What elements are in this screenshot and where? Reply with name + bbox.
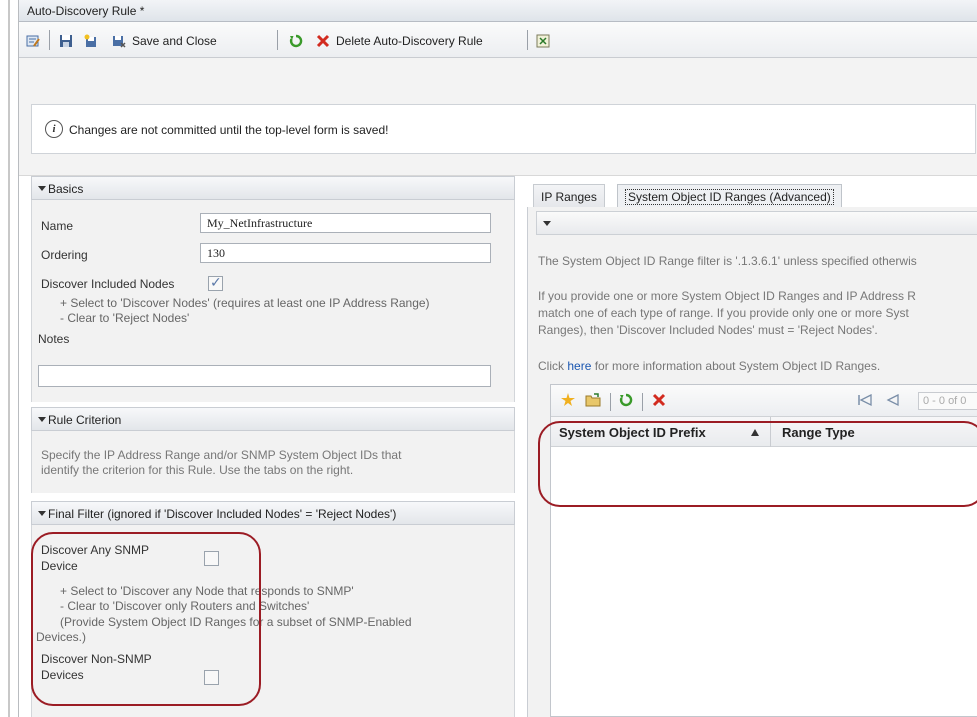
toolbar-separator: [49, 30, 50, 50]
notice-box: i Changes are not committed until the to…: [31, 104, 976, 154]
rule-criterion-header[interactable]: Rule Criterion: [31, 407, 515, 431]
toolbar-separator: [277, 30, 278, 50]
sysobjid-info-line: Click here for more information about Sy…: [538, 358, 880, 375]
annotation-highlight-grid-columns: [538, 421, 977, 507]
grid-toolbar-separator: [610, 393, 611, 411]
tab-ip-ranges[interactable]: IP Ranges: [533, 184, 605, 208]
rule-criterion-panel: Specify the IP Address Range and/or SNMP…: [31, 431, 515, 493]
save-close-icon: [113, 36, 126, 48]
discover-hint-line1: + Select to 'Discover Nodes' (requires a…: [60, 296, 430, 310]
ordering-label: Ordering: [41, 248, 88, 262]
final-filter-header[interactable]: Final Filter (ignored if 'Discover Inclu…: [31, 501, 515, 525]
sysobjid-text-line4: Ranges), then 'Discover Included Nodes' …: [538, 323, 878, 337]
form-toolbar: Save and Close Delete Auto-Discovery Rul…: [19, 22, 977, 58]
discover-included-label: Discover Included Nodes: [41, 277, 175, 291]
tab-system-object-id-ranges-label: System Object ID Ranges (Advanced): [625, 189, 834, 205]
grid-toolbar: 0 - 0 of 0: [551, 385, 977, 417]
notes-input[interactable]: [38, 365, 491, 387]
new-row-star-icon[interactable]: [561, 393, 575, 407]
collapse-triangle-icon: [38, 511, 46, 516]
export-button[interactable]: [536, 32, 550, 50]
save-button[interactable]: [59, 32, 73, 50]
outer-border: [8, 0, 10, 717]
first-page-icon[interactable]: [857, 393, 873, 407]
basics-panel: Name My_NetInfrastructure Ordering 130 D…: [31, 200, 515, 402]
notes-label: Notes: [38, 332, 70, 346]
collapse-triangle-icon: [38, 417, 46, 422]
tab-system-object-id-ranges[interactable]: System Object ID Ranges (Advanced): [617, 184, 842, 208]
discover-hint-line2: - Clear to 'Reject Nodes': [60, 311, 190, 325]
more-info-link[interactable]: here: [567, 359, 591, 373]
edit-form-icon: [26, 35, 40, 47]
save-and-close-button[interactable]: Save and Close: [112, 32, 217, 50]
rule-criterion-text-line1: Specify the IP Address Range and/or SNMP…: [41, 448, 402, 462]
save-disk-icon: [60, 35, 72, 47]
rule-criterion-header-label: Rule Criterion: [48, 413, 122, 427]
save-and-new-button[interactable]: [84, 32, 98, 50]
info-link-suffix: for more information about System Object…: [591, 359, 881, 373]
grid-delete-x-icon[interactable]: [652, 393, 666, 407]
basics-header-label: Basics: [48, 182, 84, 196]
name-label: Name: [41, 219, 74, 233]
discover-included-checkbox[interactable]: [208, 274, 223, 291]
ordering-input[interactable]: 130: [200, 243, 491, 263]
edit-form-button[interactable]: [26, 32, 40, 50]
delete-rule-button[interactable]: Delete Auto-Discovery Rule: [316, 32, 483, 50]
sysobjid-text-line3: match one of each type of range. If you …: [538, 306, 909, 320]
notice-message: Changes are not committed until the top-…: [69, 123, 389, 137]
sysobjid-text-line1: The System Object ID Range filter is '.1…: [538, 254, 917, 268]
delete-x-icon: [316, 34, 330, 48]
delete-rule-label: Delete Auto-Discovery Rule: [336, 34, 483, 48]
annotation-highlight-final-filter: [31, 532, 261, 706]
tab-ip-ranges-label: IP Ranges: [541, 190, 597, 204]
name-input[interactable]: My_NetInfrastructure: [200, 213, 491, 233]
sysobjid-text-line2: If you provide one or more System Object…: [538, 289, 916, 303]
title-bar: Auto-Discovery Rule *: [19, 0, 977, 22]
open-folder-icon[interactable]: [585, 393, 601, 407]
notice-area: i Changes are not committed until the to…: [19, 58, 977, 176]
export-icon: [536, 34, 550, 48]
pager-display[interactable]: 0 - 0 of 0: [918, 392, 977, 410]
collapse-triangle-icon: [38, 186, 46, 191]
info-icon: i: [45, 120, 63, 138]
save-new-icon: [84, 34, 96, 47]
criterion-tabs: IP Ranges System Object ID Ranges (Advan…: [527, 176, 977, 208]
collapse-triangle-icon: [543, 221, 551, 226]
toolbar-separator: [527, 30, 528, 50]
window-title: Auto-Discovery Rule *: [27, 4, 145, 18]
basics-header[interactable]: Basics: [31, 176, 515, 200]
grid-refresh-icon[interactable]: [619, 393, 633, 407]
previous-page-icon[interactable]: [886, 393, 900, 407]
final-filter-header-label: Final Filter (ignored if 'Discover Inclu…: [48, 507, 397, 521]
refresh-icon: [289, 34, 303, 48]
grid-toolbar-separator: [642, 393, 643, 411]
form-window: Auto-Discovery Rule * Save and Close Del…: [18, 0, 977, 717]
sysobjid-panel-header[interactable]: [536, 211, 977, 235]
info-link-prefix: Click: [538, 359, 568, 373]
rule-criterion-text-line2: identify the criterion for this Rule. Us…: [41, 463, 354, 477]
refresh-button[interactable]: [289, 32, 303, 50]
save-and-close-label: Save and Close: [132, 34, 217, 48]
